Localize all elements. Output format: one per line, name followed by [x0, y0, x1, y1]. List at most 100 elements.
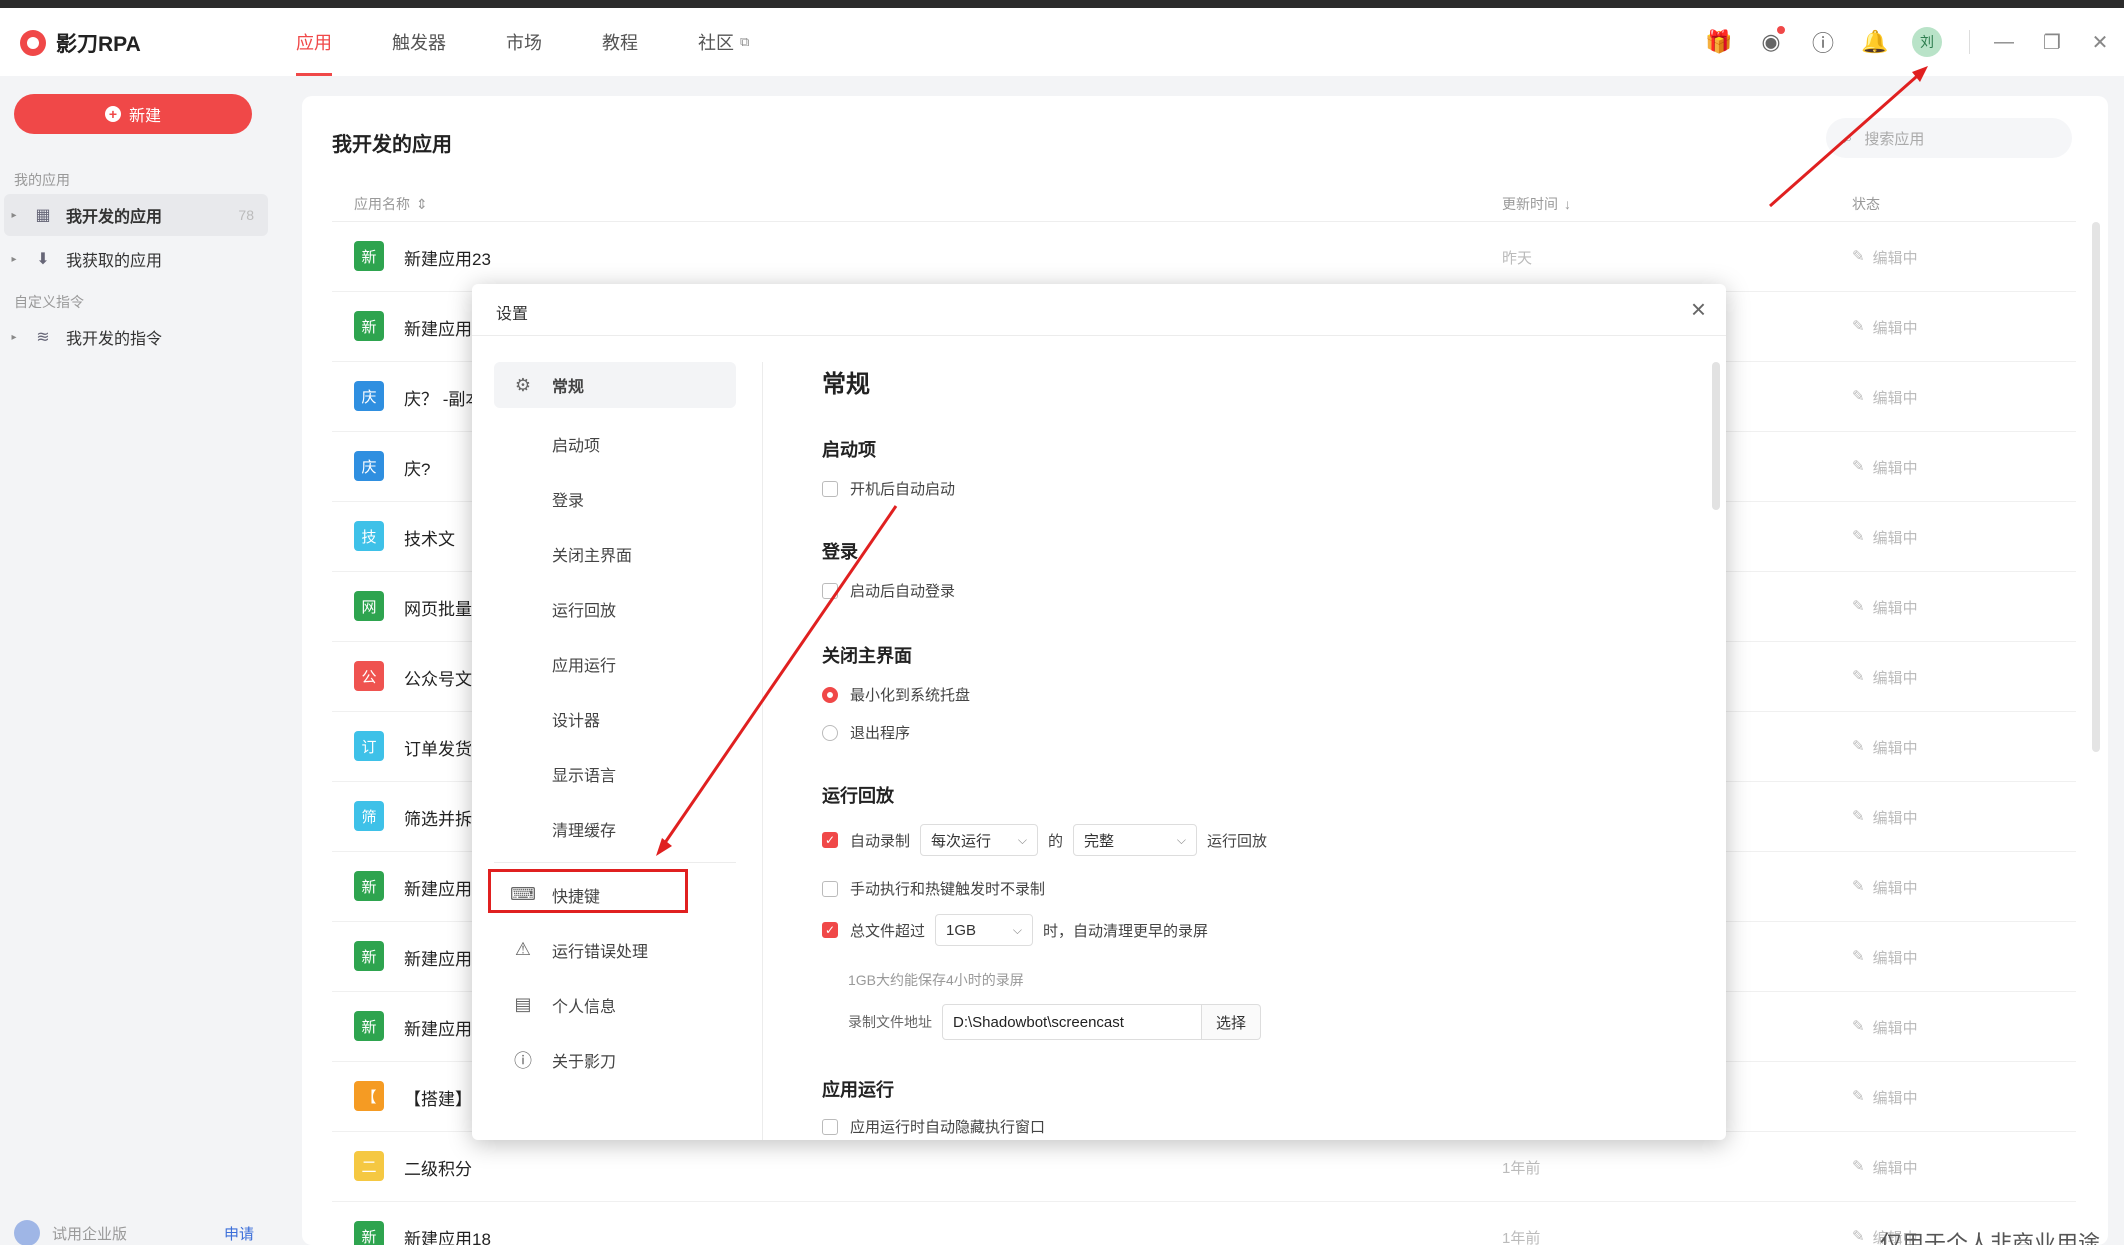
- settings-nav-close-main[interactable]: 关闭主界面: [494, 526, 736, 581]
- app-update-time: 1年前: [1502, 1230, 1541, 1245]
- sidebar-item-acquired-apps[interactable]: ▸ ⬇ 我获取的应用: [4, 238, 268, 280]
- dialog-scrollbar[interactable]: [1712, 362, 1720, 510]
- settings-nav-hotkeys[interactable]: ⌨ 快捷键: [488, 867, 736, 922]
- close-main-title: 关闭主界面: [822, 646, 912, 666]
- app-name: 网页批量: [404, 600, 472, 619]
- size-hint: 1GB大约能保存4小时的录屏: [848, 972, 1024, 988]
- edit-icon: ✎: [1852, 598, 1865, 615]
- hide-window-option[interactable]: 应用运行时自动隐藏执行窗口: [822, 1116, 1045, 1137]
- app-name: 订单发货: [404, 740, 472, 759]
- settings-nav-general[interactable]: ⚙ 常规: [494, 362, 736, 408]
- chevron-down-icon: ⌵: [1176, 832, 1187, 847]
- column-name[interactable]: 应用名称 ⇕: [354, 186, 428, 222]
- caret-right-icon: ▸: [11, 209, 17, 221]
- nav-tab-market[interactable]: 市场: [506, 8, 542, 76]
- app-name: 新建应用23: [404, 250, 491, 269]
- settings-nav-designer[interactable]: 设计器: [494, 691, 736, 746]
- id-card-icon: ▤: [514, 994, 532, 1014]
- size-limit-option: ✓ 总文件超过 1GB ⌵ 时，自动清理更早的录屏: [822, 914, 1208, 946]
- dialog-title: 设置: [496, 306, 529, 323]
- user-avatar[interactable]: 刘: [1907, 22, 1947, 62]
- app-name: 新建应用: [404, 950, 472, 969]
- app-run-title: 应用运行: [822, 1080, 894, 1100]
- choose-path-button[interactable]: 选择: [1202, 1004, 1262, 1040]
- app-status: ✎ 编辑中: [1852, 388, 1918, 407]
- close-window-button[interactable]: ✕: [2076, 22, 2124, 62]
- app-logo[interactable]: 影刀RPA: [20, 28, 141, 58]
- scrollbar[interactable]: [2092, 222, 2100, 752]
- restore-button[interactable]: ❐: [2028, 22, 2076, 62]
- edit-icon: ✎: [1852, 1228, 1865, 1245]
- minimize-button[interactable]: —: [1980, 22, 2028, 62]
- plus-icon: +: [104, 106, 121, 122]
- minimize-tray-radio[interactable]: [822, 686, 838, 703]
- exit-program-option[interactable]: 退出程序: [822, 722, 910, 743]
- nav-tab-tutorial[interactable]: 教程: [602, 8, 638, 76]
- sort-icon: ⇕: [416, 195, 428, 212]
- settings-nav-replay[interactable]: 运行回放: [494, 581, 736, 636]
- exit-program-radio[interactable]: [822, 724, 838, 741]
- app-status: ✎ 编辑中: [1852, 318, 1918, 337]
- table-row[interactable]: 新新建应用18 1年前 ✎ 编辑中: [332, 1202, 2076, 1245]
- login-title: 登录: [822, 542, 858, 562]
- record-path-row: 录制文件地址 D:\Shadowbot\screencast 选择: [848, 1004, 1262, 1040]
- bell-icon[interactable]: 🔔: [1855, 22, 1895, 62]
- auto-start-option[interactable]: 开机后自动启动: [822, 478, 955, 499]
- eye-icon[interactable]: ◉: [1751, 22, 1791, 62]
- apply-link[interactable]: 申请: [224, 1223, 254, 1244]
- settings-nav-startup[interactable]: 启动项: [494, 416, 736, 471]
- search-icon: ⌕: [1844, 129, 1853, 147]
- record-frequency-select[interactable]: 每次运行 ⌵: [920, 824, 1039, 856]
- settings-nav: ⚙ 常规 启动项 登录 关闭主界面 运行回放 应用运行 设计器 显示语言 清理缓…: [488, 362, 736, 1087]
- nav-tab-community[interactable]: 社区 ⧉: [698, 8, 749, 76]
- auto-login-option[interactable]: 启动后自动登录: [822, 580, 955, 601]
- settings-nav-login[interactable]: 登录: [494, 471, 736, 526]
- app-badge: 新: [354, 871, 384, 901]
- auto-start-checkbox[interactable]: [822, 480, 838, 497]
- highlight-box: [488, 869, 688, 913]
- record-quality-select[interactable]: 完整 ⌵: [1073, 824, 1198, 856]
- app-name: 新建应用18: [404, 1230, 491, 1245]
- edit-icon: ✎: [1852, 458, 1865, 475]
- manual-no-record-checkbox[interactable]: [822, 880, 838, 897]
- nav-tab-triggers[interactable]: 触发器: [392, 8, 446, 76]
- app-status: ✎ 编辑中: [1852, 878, 1918, 897]
- help-icon[interactable]: ⓘ: [1803, 22, 1843, 62]
- hide-window-checkbox[interactable]: [822, 1118, 838, 1135]
- sort-down-icon: ↓: [1564, 196, 1571, 212]
- size-limit-select[interactable]: 1GB ⌵: [935, 914, 1034, 946]
- edit-icon: ✎: [1852, 528, 1865, 545]
- settings-nav-app-run[interactable]: 应用运行: [494, 636, 736, 691]
- minimize-to-tray-option[interactable]: 最小化到系统托盘: [822, 684, 970, 705]
- new-button[interactable]: + 新建: [14, 94, 252, 134]
- search-input[interactable]: ⌕ 搜索应用: [1826, 118, 2072, 158]
- size-limit-checkbox[interactable]: ✓: [822, 922, 838, 938]
- column-time[interactable]: 更新时间 ↓: [1502, 186, 1571, 222]
- settings-nav-language[interactable]: 显示语言: [494, 746, 736, 801]
- app-name: 新建应用: [404, 1020, 472, 1039]
- sidebar-item-my-developed-apps[interactable]: ▸ ▦ 我开发的应用 78: [4, 194, 268, 236]
- table-row[interactable]: 新 新建应用23 昨天 ✎ 编辑中: [332, 222, 2076, 292]
- close-icon[interactable]: ×: [1691, 294, 1706, 325]
- grid-icon: ▦: [35, 207, 51, 224]
- app-badge: 新: [354, 1011, 384, 1041]
- settings-nav-error-handling[interactable]: ⚠ 运行错误处理: [494, 922, 736, 977]
- settings-nav-profile[interactable]: ▤ 个人信息: [494, 977, 736, 1032]
- startup-title: 启动项: [822, 440, 876, 460]
- gift-icon[interactable]: 🎁: [1699, 22, 1739, 62]
- record-path-input[interactable]: D:\Shadowbot\screencast: [942, 1004, 1202, 1040]
- sidebar-item-my-commands[interactable]: ▸ ≋ 我开发的指令: [4, 316, 268, 358]
- auto-login-checkbox[interactable]: [822, 582, 838, 599]
- settings-nav-clear-cache[interactable]: 清理缓存: [494, 801, 736, 856]
- manual-no-record-option[interactable]: 手动执行和热键触发时不录制: [822, 878, 1045, 899]
- app-name: 新建应用: [404, 880, 472, 899]
- settings-nav-about[interactable]: ⓘ 关于影刀: [494, 1032, 736, 1087]
- column-status: 状态: [1852, 196, 1880, 212]
- app-badge: 【: [354, 1081, 384, 1111]
- table-row[interactable]: 二 二级积分 1年前 ✎ 编辑中: [332, 1132, 2076, 1202]
- app-badge: 庆: [354, 381, 384, 411]
- logo-text: 影刀RPA: [56, 33, 141, 56]
- nav-tab-apps[interactable]: 应用: [296, 8, 332, 76]
- app-badge: 二: [354, 1151, 384, 1181]
- auto-record-checkbox[interactable]: ✓: [822, 832, 838, 848]
